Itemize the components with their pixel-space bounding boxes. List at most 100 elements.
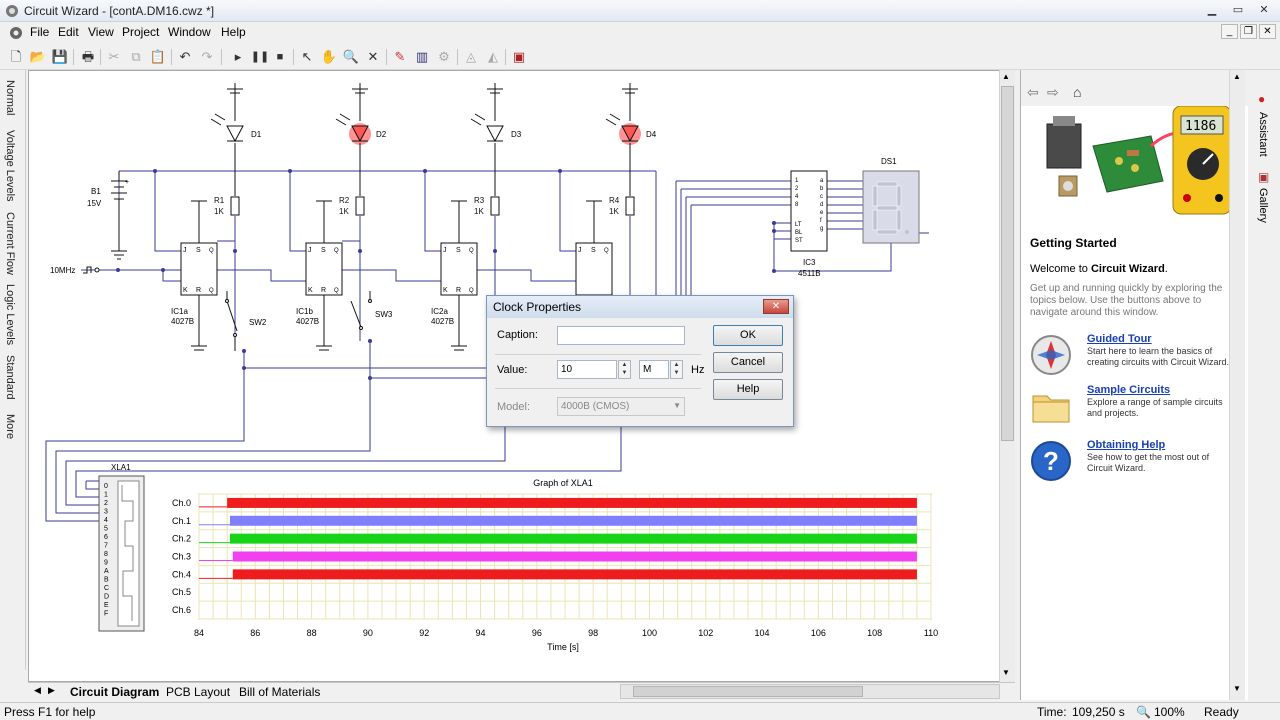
zoom-icon-status[interactable]: 🔍	[1136, 705, 1151, 719]
doc-minimize-button[interactable]: _	[1221, 24, 1238, 39]
battery-b1[interactable]: + B1 15V	[87, 171, 129, 260]
svg-text:IC1b: IC1b	[296, 307, 313, 316]
tab-more[interactable]: More	[4, 414, 16, 439]
obtaining-help-link[interactable]: Obtaining Help	[1087, 439, 1165, 451]
dialog-title-bar[interactable]: Clock Properties ✕	[487, 296, 793, 318]
tab-scroll-left-icon[interactable]: ◀	[34, 685, 41, 696]
seven-segment-display-ds1[interactable]: DS1	[862, 157, 920, 244]
flipflop-ic2b[interactable]: JSQ	[575, 200, 613, 296]
component-icon[interactable]: ⚙	[434, 47, 454, 67]
rotate-right-icon[interactable]: ◭	[483, 47, 503, 67]
led-d4[interactable]: D4	[605, 83, 657, 196]
home-icon[interactable]: ⌂	[1073, 84, 1081, 100]
probe-icon[interactable]: ✎	[390, 47, 410, 67]
dialog-close-icon[interactable]: ✕	[763, 299, 789, 314]
tab-logic-levels[interactable]: Logic Levels	[4, 284, 16, 345]
flipflop-ic1a[interactable]: J S Q K R Q IC1a4027B	[171, 200, 218, 351]
pcb-icon[interactable]: ▣	[509, 47, 529, 67]
maximize-button[interactable]: ▭	[1226, 2, 1250, 18]
document-icon[interactable]	[8, 25, 24, 41]
value-spinner[interactable]: ▲ ▼	[618, 360, 631, 379]
play-icon[interactable]: ▸	[228, 47, 248, 67]
analyzer-pin-label: B	[104, 577, 109, 584]
flipflop-ic1b[interactable]: J S Q K R Q IC1b4027B	[296, 200, 343, 351]
graph-icon[interactable]: ▥	[412, 47, 432, 67]
paste-icon[interactable]: 📋	[148, 47, 168, 67]
ok-button[interactable]: OK	[713, 325, 783, 346]
assistant-intro: Get up and running quickly by exploring …	[1030, 283, 1223, 318]
tab-current-flow[interactable]: Current Flow	[4, 212, 16, 275]
led-d2[interactable]: D2	[335, 83, 387, 196]
menu-window[interactable]: Window	[168, 25, 211, 39]
unit-prefix-spinner[interactable]: ▲ ▼	[670, 360, 683, 379]
assistant-scrollbar[interactable]: ▲ ▼	[1229, 70, 1245, 700]
tab-gallery[interactable]: Gallery	[1257, 188, 1269, 223]
window-title: Circuit Wizard - [contA.DM16.cwz *]	[24, 4, 215, 18]
tab-assistant[interactable]: Assistant	[1257, 112, 1269, 157]
pan-hand-icon[interactable]: ✋	[319, 47, 339, 67]
forward-icon[interactable]: ⇨	[1047, 84, 1059, 101]
status-zoom[interactable]: 100%	[1154, 705, 1185, 719]
obtaining-help-item[interactable]: ? Obtaining Help See how to get the most…	[1029, 439, 1241, 483]
model-select[interactable]: 4000B (CMOS) ▼	[557, 397, 685, 416]
zoom-icon[interactable]: 🔍	[341, 47, 361, 67]
cancel-button[interactable]: Cancel	[713, 352, 783, 373]
tab-normal[interactable]: Normal	[4, 80, 16, 115]
canvas-vertical-scrollbar[interactable]: ▲ ▼	[999, 70, 1015, 682]
tab-scroll-right-icon[interactable]: ▶	[48, 685, 55, 696]
scroll-thumb[interactable]	[1001, 86, 1014, 441]
menu-project[interactable]: Project	[122, 25, 159, 39]
save-icon[interactable]: 💾	[50, 47, 70, 67]
caption-input[interactable]	[557, 326, 685, 345]
resistors[interactable]	[230, 196, 635, 216]
sample-circuits-item[interactable]: Sample Circuits Explore a range of sampl…	[1029, 384, 1241, 428]
back-icon[interactable]: ⇦	[1027, 84, 1039, 101]
decoder-ic3[interactable]: 1248 LTBLST abcdefg IC3 4511B	[790, 170, 828, 278]
menu-edit[interactable]: Edit	[58, 25, 79, 39]
menu-help[interactable]: Help	[221, 25, 246, 39]
stop-icon[interactable]: ■	[270, 47, 290, 67]
tab-pcb-layout[interactable]: PCB Layout	[166, 685, 230, 699]
menu-file[interactable]: File	[30, 25, 49, 39]
doc-close-button[interactable]: ✕	[1259, 24, 1276, 39]
copy-icon[interactable]: ⧉	[126, 47, 146, 67]
redo-icon[interactable]: ↷	[197, 47, 217, 67]
tab-bill-of-materials[interactable]: Bill of Materials	[239, 685, 320, 699]
minimize-button[interactable]: ▁	[1200, 2, 1224, 18]
obtaining-help-desc: See how to get the most out of Circuit W…	[1087, 452, 1210, 473]
open-icon[interactable]: 📂	[28, 47, 48, 67]
menu-view[interactable]: View	[88, 25, 114, 39]
flipflop-ic2a[interactable]: J S Q K R Q IC2a4027B	[431, 200, 478, 351]
tab-standard[interactable]: Standard	[4, 355, 16, 400]
doc-restore-button[interactable]: ❐	[1240, 24, 1257, 39]
guided-tour-link[interactable]: Guided Tour	[1087, 333, 1152, 345]
canvas-horizontal-scrollbar[interactable]	[620, 684, 1000, 699]
rotate-left-icon[interactable]: ◬	[461, 47, 481, 67]
tab-circuit-diagram[interactable]: Circuit Diagram	[70, 685, 159, 699]
pause-icon[interactable]: ❚❚	[250, 47, 270, 67]
close-button[interactable]: ✕	[1252, 2, 1276, 18]
x-tick-label: 100	[642, 628, 657, 638]
pointer-icon[interactable]: ↖	[297, 47, 317, 67]
undo-icon[interactable]: ↶	[175, 47, 195, 67]
led-d3[interactable]: D3	[470, 83, 522, 196]
cut-icon[interactable]: ✂	[104, 47, 124, 67]
logic-analyzer-xla1[interactable]: XLA1 0 12 34 56 78 9ABCDEF	[98, 463, 145, 632]
led-d1[interactable]: D1	[210, 83, 262, 196]
switch-sw2[interactable]: SW2	[225, 291, 267, 351]
svg-text:d: d	[820, 202, 823, 208]
help-button[interactable]: Help	[713, 379, 783, 400]
value-input[interactable]	[557, 360, 617, 379]
tab-voltage-levels[interactable]: Voltage Levels	[4, 130, 16, 202]
guided-tour-item[interactable]: Guided Tour Start here to learn the basi…	[1029, 333, 1241, 377]
sample-circuits-link[interactable]: Sample Circuits	[1087, 384, 1170, 396]
delete-icon[interactable]: ✕	[363, 47, 383, 67]
unit-prefix-input[interactable]	[639, 360, 669, 379]
svg-text:Q: Q	[469, 248, 474, 254]
series-label: Ch.1	[172, 516, 191, 526]
assistant-nav: ⇦ ⇨ ⌂	[1021, 70, 1249, 106]
scroll-thumb[interactable]	[633, 686, 863, 697]
print-icon[interactable]: 🖶	[78, 47, 98, 67]
new-icon[interactable]: 🗋	[6, 47, 26, 67]
switch-sw3[interactable]: SW3	[350, 291, 393, 330]
